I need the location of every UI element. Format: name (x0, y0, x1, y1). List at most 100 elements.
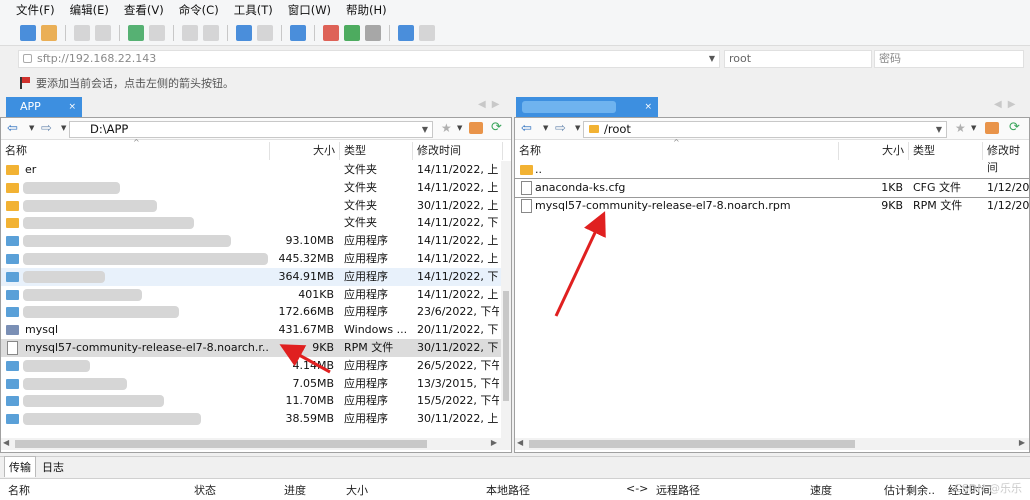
chevron-down-icon[interactable]: ▼ (61, 124, 66, 132)
help-icon[interactable] (398, 24, 414, 41)
local-horizontal-scrollbar[interactable]: ◀ ▶ (1, 438, 511, 450)
chevron-down-icon[interactable]: ▼ (936, 122, 942, 137)
table-row[interactable]: 38.59MB 应用程序 30/11/2022, 上 (1, 410, 511, 428)
table-row[interactable]: mysql 431.67MB Windows ... 20/11/2022, 下 (1, 321, 511, 339)
bookmark-icon[interactable]: ★ (441, 121, 452, 135)
menu-item[interactable]: 窗口(W) (288, 2, 331, 18)
col-type[interactable]: 类型 (909, 142, 983, 160)
chevron-down-icon[interactable]: ▼ (971, 124, 976, 132)
transfer-col[interactable]: 本地路径 (486, 482, 530, 498)
globe-icon[interactable] (290, 24, 306, 41)
tab-scroll-arrows[interactable]: ◀▶ (478, 99, 505, 110)
new-session-icon[interactable] (20, 24, 36, 41)
tab-scroll-arrows[interactable]: ◀▶ (994, 99, 1021, 110)
sync-icon[interactable] (236, 24, 252, 41)
disconnect-icon[interactable] (74, 24, 90, 41)
cell-type: 文件夹 (344, 180, 377, 194)
home-icon[interactable] (985, 122, 999, 134)
tab-app[interactable]: APP × (6, 97, 82, 117)
local-vertical-scrollbar[interactable] (501, 161, 511, 441)
password-input[interactable]: 密码 (874, 50, 1024, 68)
remote-path-input[interactable]: /root ▼ (583, 121, 947, 138)
transfer-col[interactable]: 大小 (346, 482, 368, 498)
table-row[interactable]: 文件夹 14/11/2022, 下 (1, 214, 511, 232)
reconnect-icon[interactable] (95, 24, 111, 41)
transfer-col[interactable]: 状态 (194, 482, 216, 498)
table-row[interactable]: 文件夹 30/11/2022, 上 (1, 197, 511, 215)
paste-icon[interactable] (203, 24, 219, 41)
tab-remote[interactable]: × (516, 97, 658, 117)
file-icon (521, 198, 532, 213)
close-icon[interactable]: × (644, 97, 652, 117)
menu-item[interactable]: 命令(C) (179, 2, 219, 18)
local-path-input[interactable]: D:\APP ▼ (69, 121, 433, 138)
close-icon[interactable]: × (68, 97, 76, 117)
table-row[interactable]: 364.91MB 应用程序 14/11/2022, 下 (1, 267, 511, 286)
gear-icon[interactable] (365, 24, 381, 41)
transfer-col[interactable]: 进度 (284, 482, 306, 498)
new-window-icon[interactable] (128, 24, 144, 41)
cell-type: 应用程序 (344, 305, 388, 319)
table-row[interactable]: 文件夹 14/11/2022, 上 (1, 179, 511, 197)
chevron-down-icon[interactable]: ▼ (422, 122, 428, 137)
transfer-col[interactable]: 速度 (810, 482, 832, 498)
refresh-icon[interactable]: ⟳ (491, 120, 502, 135)
host-input[interactable]: sftp://192.168.22.143 ▼ (18, 50, 720, 68)
menu-item[interactable]: 编辑(E) (70, 2, 109, 18)
table-row[interactable]: anaconda-ks.cfg 1KB CFG 文件 1/12/20 (514, 177, 1030, 198)
chevron-down-icon[interactable]: ▼ (575, 124, 580, 132)
terminal-icon[interactable] (149, 24, 165, 41)
connection-bar: sftp://192.168.22.143 ▼ root 密码 (0, 47, 1030, 71)
table-row[interactable]: 11.70MB 应用程序 15/5/2022, 下午 (1, 392, 511, 410)
back-arrow-icon[interactable]: ⇦ (7, 121, 18, 136)
left-tabstrip: APP × ◀▶ (0, 97, 512, 117)
refresh-icon[interactable]: ⟳ (1009, 120, 1020, 135)
remote-horizontal-scrollbar[interactable]: ◀ ▶ (515, 438, 1029, 450)
upload-icon[interactable] (344, 24, 360, 41)
col-modified[interactable]: 修改时间 (983, 142, 1030, 174)
table-row[interactable]: er 文件夹 14/11/2022, 上 (1, 161, 511, 179)
right-tabstrip: × ◀▶ (514, 97, 1030, 117)
open-folder-icon[interactable] (41, 24, 57, 41)
menu-item[interactable]: 查看(V) (124, 2, 164, 18)
col-modified[interactable]: 修改时间 (413, 142, 503, 160)
transfer-col[interactable]: <-> (626, 482, 648, 495)
transfer-col[interactable]: 远程路径 (656, 482, 700, 498)
chevron-down-icon[interactable]: ▼ (29, 124, 34, 132)
cell-type: CFG 文件 (913, 180, 962, 194)
chevron-down-icon[interactable]: ▼ (543, 124, 548, 132)
bookmark-icon[interactable]: ★ (955, 121, 966, 135)
menu-item[interactable]: 帮助(H) (346, 2, 387, 18)
transfer-col[interactable]: 名称 (8, 482, 30, 498)
forward-arrow-icon[interactable]: ⇨ (41, 121, 52, 136)
table-row[interactable]: 445.32MB 应用程序 14/11/2022, 上 (1, 250, 511, 268)
table-row[interactable]: 93.10MB 应用程序 14/11/2022, 上 (1, 232, 511, 250)
col-size[interactable]: 大小 (839, 142, 909, 160)
transfer-col[interactable]: 估计剩余.. (884, 482, 935, 498)
chevron-down-icon[interactable]: ▼ (457, 124, 462, 132)
table-row[interactable]: .. (515, 161, 1029, 179)
cell-size: 364.91MB (278, 269, 334, 283)
table-row[interactable]: 401KB 应用程序 14/11/2022, 上 (1, 286, 511, 304)
menu-item[interactable]: 工具(T) (234, 2, 273, 18)
col-size[interactable]: 大小 (270, 142, 340, 160)
copy-icon[interactable] (182, 24, 198, 41)
home-icon[interactable] (469, 122, 483, 134)
table-row[interactable]: mysql57-community-release-el7-8.noarch.r… (515, 197, 1029, 215)
table-row[interactable]: 7.05MB 应用程序 13/3/2015, 下午 (1, 375, 511, 393)
settings-icon[interactable] (257, 24, 273, 41)
tab-log[interactable]: 日志 (38, 457, 68, 477)
forward-arrow-icon[interactable]: ⇨ (555, 121, 566, 136)
menu-item[interactable]: 文件(F) (16, 2, 55, 18)
table-row[interactable]: 172.66MB 应用程序 23/6/2022, 下午 (1, 303, 511, 321)
tab-transfer[interactable]: 传输 (4, 456, 36, 477)
chat-icon[interactable] (419, 24, 435, 41)
download-icon[interactable] (323, 24, 339, 41)
username-input[interactable]: root (724, 50, 872, 68)
chevron-down-icon[interactable]: ▼ (709, 51, 715, 67)
table-row[interactable]: 4.14MB 应用程序 26/5/2022, 下午 (1, 357, 511, 375)
col-type[interactable]: 类型 (340, 142, 413, 160)
back-arrow-icon[interactable]: ⇦ (521, 121, 532, 136)
flag-icon[interactable] (20, 77, 30, 89)
table-row[interactable]: mysql57-community-release-el7-8.noarch.r… (1, 339, 511, 357)
